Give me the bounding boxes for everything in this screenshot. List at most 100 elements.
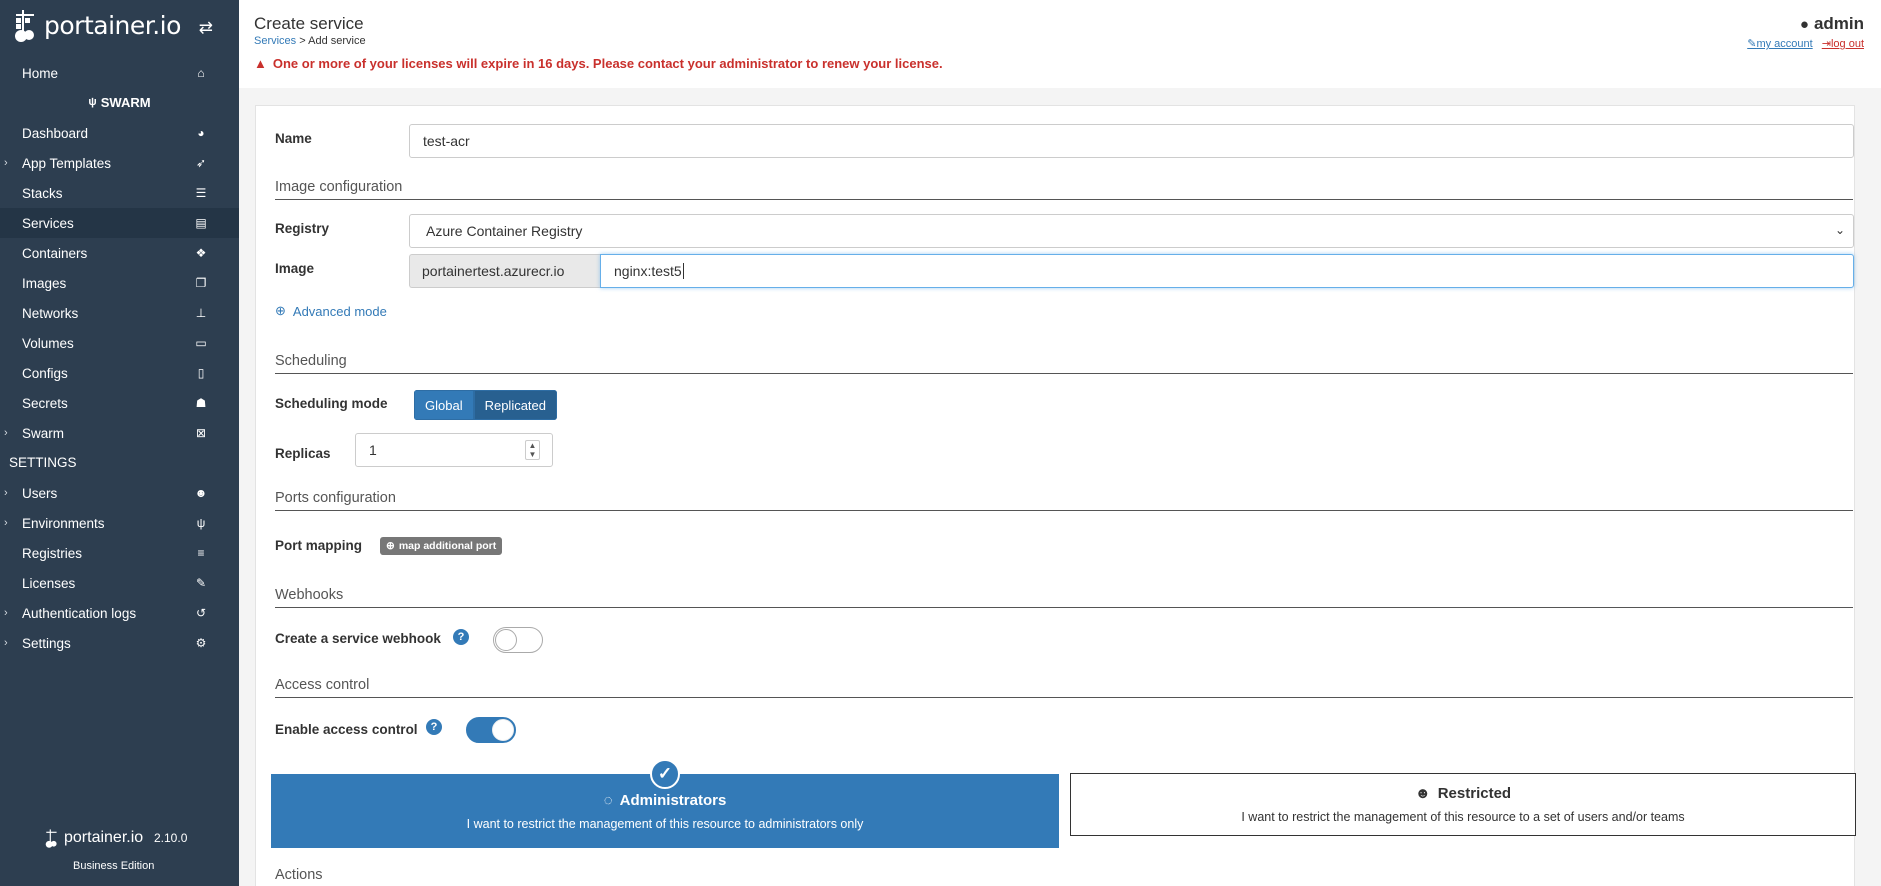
sidebar-item-images[interactable]: Images ❐ xyxy=(0,268,239,298)
settings-header: SETTINGS xyxy=(0,447,239,477)
file-signature-icon: ✎ xyxy=(195,576,207,590)
webhook-toggle[interactable] xyxy=(493,627,543,653)
sidebar-item-volumes[interactable]: Volumes ▭ xyxy=(0,328,239,358)
sidebar-item-licenses[interactable]: Licenses ✎ xyxy=(0,568,239,598)
my-account-label: my account xyxy=(1756,38,1813,50)
sidebar-item-settings[interactable]: › Settings ⚙ xyxy=(0,628,239,658)
toggle-knob xyxy=(495,629,517,651)
services-icon: ▤ xyxy=(195,216,207,230)
access-control-label: Enable access control xyxy=(275,722,418,737)
sidebar-item-label: Settings xyxy=(22,635,71,651)
text-cursor xyxy=(682,263,684,279)
check-circle-icon: ✓ xyxy=(650,759,680,789)
image-input-value: nginx:test5 xyxy=(614,263,682,279)
sidebar-item-app-templates[interactable]: › App Templates ➶ xyxy=(0,148,239,178)
sidebar-item-swarm[interactable]: › Swarm ⊠ xyxy=(0,418,239,448)
sidebar-item-label: Services xyxy=(22,215,74,231)
chevron-right-icon: › xyxy=(4,157,8,169)
sitemap-icon: ⊥ xyxy=(195,306,207,320)
sidebar-item-services[interactable]: Services ▤ xyxy=(0,208,239,238)
sidebar-item-label: Configs xyxy=(22,365,68,381)
spinner-arrows-icon[interactable]: ▲ ▼ xyxy=(525,440,540,460)
sidebar: portainer.io ⇄ Home ⌂ ψ SWARM Dashboard … xyxy=(0,0,239,886)
sidebar-item-home[interactable]: Home ⌂ xyxy=(0,58,239,88)
rocket-icon: ➶ xyxy=(195,156,207,170)
question-circle-icon[interactable]: ? xyxy=(426,719,442,735)
image-input[interactable]: nginx:test5 xyxy=(600,254,1854,288)
swarm-header-label: SWARM xyxy=(100,94,151,110)
advanced-mode-link[interactable]: ⊕ Advanced mode xyxy=(275,303,387,319)
sidebar-item-authentication-logs[interactable]: › Authentication logs ↺ xyxy=(0,598,239,628)
sidebar-item-registries[interactable]: Registries ≡ xyxy=(0,538,239,568)
footer-brand: portainer.io xyxy=(44,826,143,850)
breadcrumb-services-link[interactable]: Services xyxy=(254,35,296,47)
administrators-title: Administrators xyxy=(619,791,727,809)
file-icon: ▯ xyxy=(197,366,205,380)
sidebar-footer: portainer.io 2.10.0 Business Edition xyxy=(0,816,239,886)
user-secret-icon: ☗ xyxy=(195,396,207,410)
portainer-logo-icon xyxy=(45,829,57,848)
eye-slash-icon: ◌ xyxy=(603,791,613,809)
swarm-header: ψ SWARM xyxy=(0,87,239,117)
plug-icon: ψ xyxy=(196,516,206,530)
name-input[interactable]: test-acr xyxy=(409,124,1854,158)
my-account-link[interactable]: ✎my account xyxy=(1747,38,1812,50)
sidebar-item-users[interactable]: › Users ☻ xyxy=(0,478,239,508)
scheduling-mode-label: Scheduling mode xyxy=(275,396,388,411)
brand[interactable]: portainer.io ⇄ xyxy=(0,0,239,50)
sidebar-item-label: Users xyxy=(22,485,58,501)
access-control-toggle[interactable] xyxy=(466,717,516,743)
sidebar-item-label: Volumes xyxy=(22,335,74,351)
log-out-link[interactable]: ⇥log out xyxy=(1822,38,1864,50)
sidebar-item-label: Stacks xyxy=(22,185,63,201)
registry-select[interactable]: Azure Container Registry ⌄ xyxy=(409,214,1854,248)
sidebar-item-dashboard[interactable]: Dashboard ◕ xyxy=(0,118,239,148)
log-out-label: log out xyxy=(1830,38,1864,50)
port-mapping-label: Port mapping xyxy=(275,538,362,553)
ports-configuration-title: Ports configuration xyxy=(275,490,1853,511)
sidebar-item-label: Networks xyxy=(22,305,79,321)
sidebar-item-label: Environments xyxy=(22,515,105,531)
chevron-right-icon: › xyxy=(4,607,8,619)
toggle-sidebar-icon[interactable]: ⇄ xyxy=(199,18,213,38)
replicas-stepper[interactable]: 1 ▲ ▼ xyxy=(355,433,553,467)
map-additional-port-button[interactable]: ⊕ map additional port xyxy=(380,537,503,555)
globe-icon: ⊕ xyxy=(275,303,286,318)
sidebar-item-environments[interactable]: › Environments ψ xyxy=(0,508,239,538)
brand-name: portainer.io xyxy=(44,10,181,40)
sidebar-item-configs[interactable]: Configs ▯ xyxy=(0,358,239,388)
sidebar-item-label: Authentication logs xyxy=(22,605,137,621)
sign-out-icon: ⇥ xyxy=(1821,38,1831,50)
image-label: Image xyxy=(275,261,315,276)
create-service-form: Name test-acr Image configuration Regist… xyxy=(255,105,1856,886)
scheduling-mode-replicated-button[interactable]: Replicated xyxy=(473,390,558,420)
advanced-mode-label: Advanced mode xyxy=(292,303,387,319)
restricted-title: Restricted xyxy=(1437,785,1512,802)
scheduling-mode-group: Global Replicated xyxy=(414,390,558,420)
scheduling-title: Scheduling xyxy=(275,353,1853,374)
webhooks-title: Webhooks xyxy=(275,587,1853,608)
access-control-title: Access control xyxy=(275,677,1853,698)
license-warning-text: One or more of your licenses will expire… xyxy=(272,56,943,71)
sidebar-item-networks[interactable]: Networks ⊥ xyxy=(0,298,239,328)
sidebar-item-containers[interactable]: Containers ❖ xyxy=(0,238,239,268)
registry-label: Registry xyxy=(275,221,330,236)
user-block: ● admin ✎my account ⇥log out xyxy=(1741,14,1864,50)
footer-brand-name: portainer.io xyxy=(64,829,144,846)
version-label: 2.10.0 xyxy=(154,831,188,845)
page-header: Create service Services > Add service ▲ … xyxy=(239,0,1881,88)
list-icon: ☰ xyxy=(195,186,207,200)
users-icon: ☻ xyxy=(1414,785,1431,802)
sidebar-item-stacks[interactable]: Stacks ☰ xyxy=(0,178,239,208)
scheduling-mode-global-button[interactable]: Global xyxy=(414,390,474,420)
portainer-logo-icon xyxy=(15,10,34,42)
sidebar-item-secrets[interactable]: Secrets ☗ xyxy=(0,388,239,418)
hdd-icon: ▭ xyxy=(195,336,207,350)
cogs-icon: ⚙ xyxy=(195,636,207,650)
question-circle-icon[interactable]: ? xyxy=(453,629,469,645)
object-group-icon: ⊠ xyxy=(195,426,207,440)
restricted-option[interactable]: ☻ Restricted I want to restrict the mana… xyxy=(1070,773,1856,836)
sidebar-item-label: Containers xyxy=(22,245,88,261)
settings-header-label: SETTINGS xyxy=(9,454,77,470)
home-icon: ⌂ xyxy=(197,66,205,80)
